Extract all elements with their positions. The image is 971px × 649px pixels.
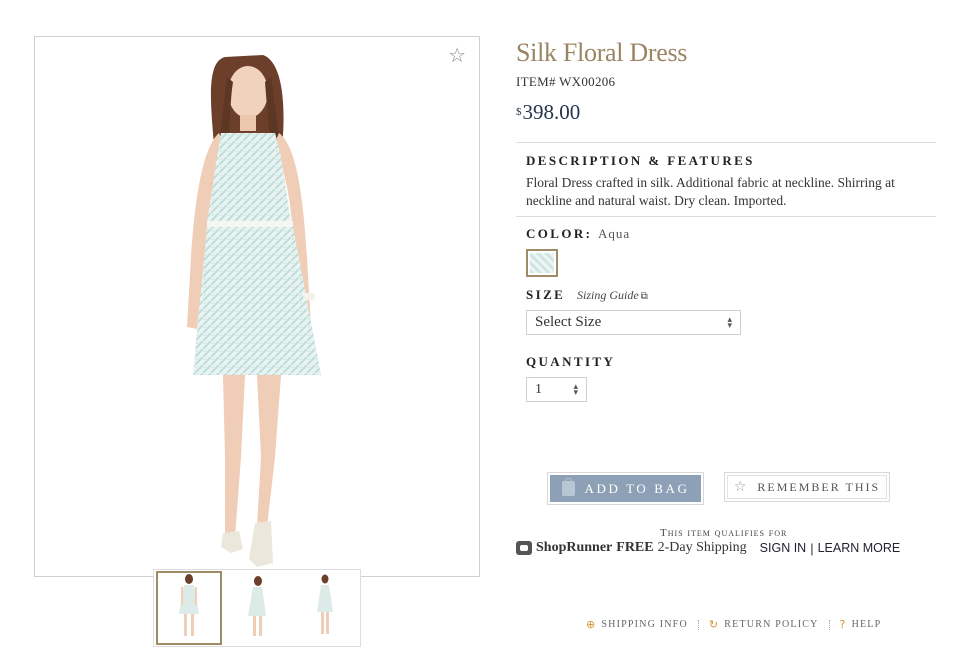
color-value: Aqua bbox=[598, 226, 631, 241]
product-title: Silk Floral Dress bbox=[516, 38, 688, 67]
dress-model-photo bbox=[187, 55, 321, 567]
quantity-select[interactable]: 1 ▴ ▾ bbox=[526, 377, 587, 402]
shipping-info-link[interactable]: ⊕ SHIPPING INFO bbox=[586, 618, 688, 631]
size-select-value: Select Size bbox=[535, 314, 602, 330]
sizing-guide-label: Sizing Guide bbox=[577, 288, 639, 302]
thumbnail-strip bbox=[153, 569, 361, 647]
return-arrow-icon: ↻ bbox=[708, 618, 720, 631]
shoprunner-offer: 2-Day Shipping bbox=[657, 540, 747, 555]
add-to-bag-button[interactable]: ADD TO BAG bbox=[547, 472, 704, 505]
description-text: Floral Dress crafted in silk. Additional… bbox=[526, 175, 895, 208]
footer-separator bbox=[697, 619, 699, 630]
footer-links: ⊕ SHIPPING INFO ↻ RETURN POLICY ? HELP bbox=[586, 618, 881, 631]
shipping-qualifies-text: This item qualifies for bbox=[660, 527, 788, 539]
shoprunner-banner: ShopRunner FREE 2-Day Shipping SIGN IN |… bbox=[516, 540, 900, 556]
quantity-select-value: 1 bbox=[535, 382, 542, 397]
item-number: ITEM# WX00206 bbox=[516, 74, 616, 89]
return-policy-link[interactable]: ↻ RETURN POLICY bbox=[709, 618, 819, 631]
sizing-guide-link[interactable]: Sizing Guide ⧉ bbox=[577, 288, 648, 303]
sign-in-link[interactable]: SIGN IN bbox=[760, 541, 807, 555]
thumbnail-back[interactable] bbox=[291, 570, 359, 646]
chevron-updown-icon: ▴ ▾ bbox=[573, 382, 578, 398]
question-mark-icon: ? bbox=[839, 618, 847, 631]
main-product-image[interactable]: ☆ bbox=[34, 36, 480, 577]
size-select[interactable]: Select Size ▴ ▾ bbox=[526, 310, 741, 335]
shoprunner-free: FREE bbox=[616, 540, 654, 555]
help-label: HELP bbox=[851, 619, 882, 630]
quantity-label: QUANTITY bbox=[526, 354, 616, 369]
description-heading: DESCRIPTION & FEATURES bbox=[526, 153, 755, 168]
remember-this-button[interactable]: ☆ REMEMBER THIS bbox=[724, 472, 890, 502]
thumbnail-side[interactable] bbox=[223, 570, 291, 646]
remember-this-label: REMEMBER THIS bbox=[757, 479, 881, 494]
chevron-updown-icon: ▴ ▾ bbox=[727, 315, 732, 331]
product-price: $398.00 bbox=[516, 100, 580, 125]
add-to-bag-label: ADD TO BAG bbox=[584, 480, 690, 496]
star-outline-icon: ☆ bbox=[733, 479, 749, 495]
shopping-bag-icon bbox=[561, 478, 575, 496]
return-policy-label: RETURN POLICY bbox=[724, 619, 819, 630]
shipping-info-label: SHIPPING INFO bbox=[601, 619, 688, 630]
shoprunner-logo-icon bbox=[516, 541, 532, 555]
shoprunner-brand: ShopRunner bbox=[536, 540, 613, 555]
footer-separator bbox=[828, 619, 830, 630]
color-label: COLOR: bbox=[526, 226, 593, 241]
globe-icon: ⊕ bbox=[586, 618, 597, 631]
help-link[interactable]: ? HELP bbox=[840, 618, 882, 631]
divider bbox=[516, 216, 936, 217]
thumbnail-front[interactable] bbox=[155, 570, 223, 646]
learn-more-link[interactable]: LEARN MORE bbox=[818, 541, 901, 555]
price-amount: 398.00 bbox=[522, 100, 581, 124]
link-separator: | bbox=[810, 540, 814, 556]
favorite-star-icon[interactable]: ☆ bbox=[448, 45, 466, 65]
price-currency: $ bbox=[516, 106, 522, 118]
color-swatch-aqua[interactable] bbox=[526, 249, 558, 277]
external-link-icon: ⧉ bbox=[640, 291, 648, 302]
size-label: SIZE bbox=[526, 287, 566, 302]
divider bbox=[516, 142, 936, 143]
